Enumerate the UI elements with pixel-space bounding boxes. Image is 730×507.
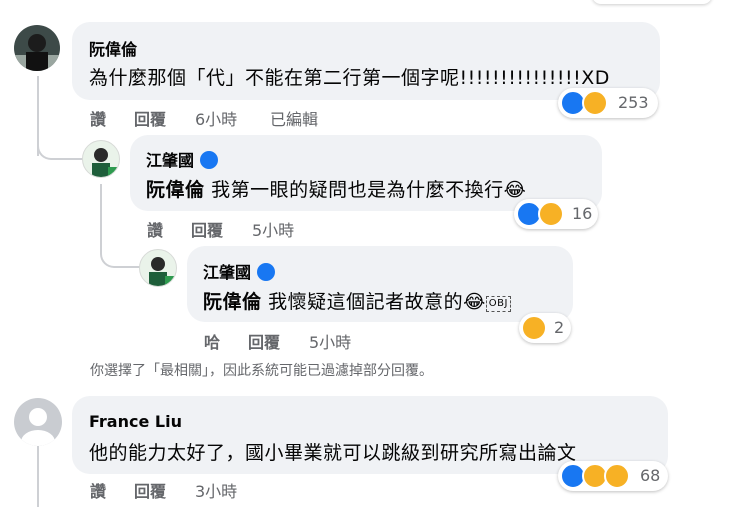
reply-button[interactable]: 回覆 [191, 217, 223, 241]
edited-label[interactable]: 已編輯 [270, 106, 318, 130]
avatar-jiang[interactable] [139, 249, 177, 287]
avatar-jiang[interactable] [82, 140, 120, 178]
verified-badge-icon [257, 263, 276, 281]
timestamp[interactable]: 5小時 [252, 217, 294, 241]
object-replacement-glyph: OBJ [485, 296, 511, 312]
reaction-summary-4[interactable]: 68 [558, 461, 668, 491]
like-button[interactable]: 讚 [90, 478, 106, 502]
avatar-ruan[interactable] [14, 25, 60, 71]
thread-curve-reply-1 [37, 140, 83, 160]
timestamp[interactable]: 5小時 [309, 329, 351, 353]
reaction-summary-2[interactable]: 16 [514, 199, 598, 229]
comment-actions-3: 哈 回覆 5小時 [204, 329, 404, 352]
comment-author[interactable]: 阮偉倫 [89, 36, 137, 60]
reaction-count: 253 [618, 93, 649, 112]
mention-tag[interactable]: 阮偉倫 [146, 179, 205, 201]
author-name[interactable]: 江肇國 [203, 263, 251, 282]
like-button[interactable]: 哈 [204, 329, 220, 353]
timestamp[interactable]: 3小時 [195, 478, 237, 502]
avatar-photo-icon [14, 34, 60, 71]
wow-icon [604, 463, 630, 489]
avatar-france-liu[interactable] [14, 398, 62, 446]
haha-icon [582, 90, 608, 116]
comment-text: 阮偉倫 我懷疑這個記者故意的😂 OBJ [203, 287, 511, 314]
haha-icon [521, 315, 547, 341]
prev-reaction-pill [592, 0, 712, 4]
comment-actions-1: 讚 回覆 6小時 已編輯 [90, 106, 350, 129]
laughing-emoji-icon: 😂 [503, 179, 527, 201]
reaction-count: 68 [640, 466, 661, 485]
comment-body: 我第一眼的疑問也是為什麼不換行 [211, 179, 504, 201]
comment-body: 我懷疑這個記者故意的 [268, 291, 464, 313]
comment-bubble-3: 江肇國 阮偉倫 我懷疑這個記者故意的😂 OBJ [187, 246, 573, 322]
reply-button[interactable]: 回覆 [134, 106, 166, 130]
default-avatar-icon [21, 408, 55, 446]
comment-author[interactable]: 江肇國 [146, 147, 219, 171]
reaction-count: 2 [554, 318, 565, 337]
like-button[interactable]: 讚 [90, 106, 106, 130]
laughing-emoji-icon: 😂 [463, 291, 486, 313]
thread-line-france [37, 446, 39, 507]
comment-text: 為什麼那個「代」不能在第二行第一個字呢!!!!!!!!!!!!!!!XD [89, 67, 610, 89]
thread-line-reply [100, 184, 102, 244]
thread-curve-reply-2 [100, 244, 140, 268]
filter-note: 你選擇了「最相關」，因此系統可能已過濾掉部分回覆。 [90, 363, 433, 379]
haha-icon [538, 201, 564, 227]
mention-tag[interactable]: 阮偉倫 [203, 291, 262, 313]
timestamp[interactable]: 6小時 [195, 106, 237, 130]
comment-author[interactable]: 江肇國 [203, 259, 276, 283]
verified-badge-icon [200, 151, 219, 169]
comment-text: 他的能力太好了，國小畢業就可以跳級到研究所寫出論文 [89, 442, 577, 464]
comment-text: 阮偉倫 我第一眼的疑問也是為什麼不換行😂 [146, 175, 526, 202]
avatar-photo-icon [92, 148, 118, 177]
comment-actions-2: 讚 回覆 5小時 [147, 217, 347, 240]
comment-actions-4: 讚 回覆 3小時 [90, 478, 290, 501]
like-button[interactable]: 讚 [147, 217, 163, 241]
reaction-summary-3[interactable]: 2 [519, 313, 571, 343]
reply-button[interactable]: 回覆 [248, 329, 280, 353]
comment-author[interactable]: France Liu [89, 412, 182, 431]
author-name[interactable]: 江肇國 [146, 151, 194, 170]
reply-button[interactable]: 回覆 [134, 478, 166, 502]
reaction-summary-1[interactable]: 253 [558, 88, 658, 118]
reaction-count: 16 [572, 204, 593, 223]
avatar-photo-icon [149, 257, 175, 286]
